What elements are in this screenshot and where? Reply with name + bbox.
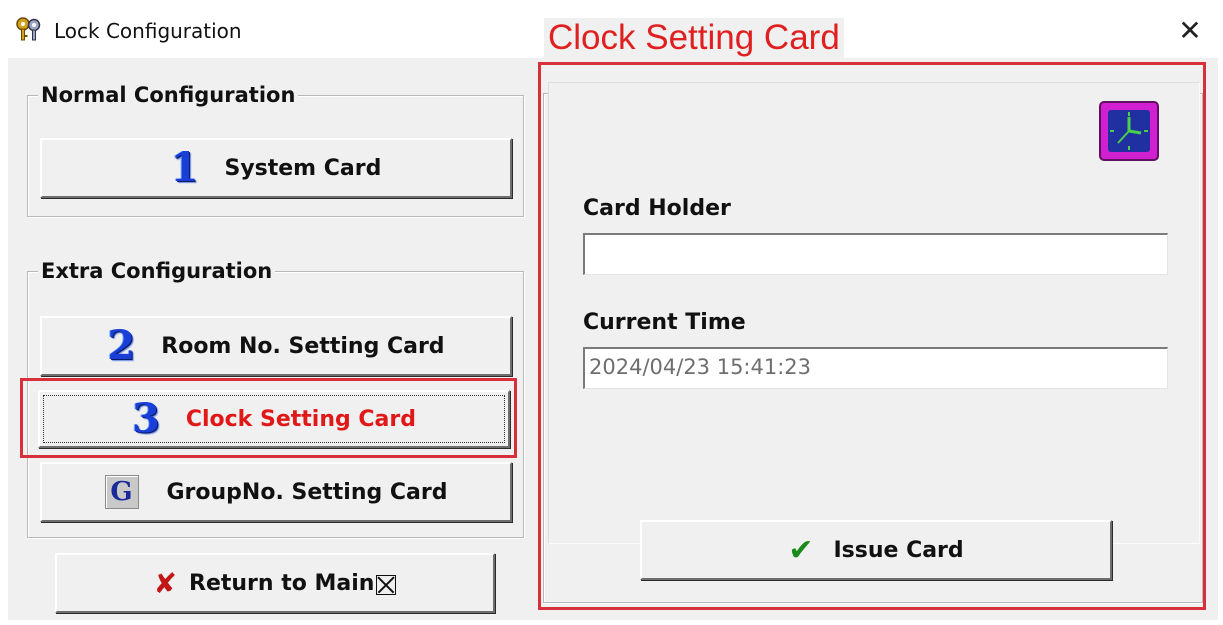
- number-two-icon: 2: [107, 322, 136, 369]
- normal-configuration-legend: Normal Configuration: [38, 83, 299, 107]
- group-g-icon: G: [104, 475, 139, 509]
- window-title: Lock Configuration: [54, 19, 242, 43]
- red-x-icon: ✘: [153, 566, 177, 600]
- room-no-setting-card-label: Room No. Setting Card: [161, 333, 445, 359]
- clock-setting-panel-title: Clock Setting Card: [544, 18, 844, 58]
- return-to-main-label: Return to Main: [189, 570, 375, 596]
- system-card-button[interactable]: 1 System Card: [40, 138, 512, 198]
- return-to-main-button[interactable]: ✘ Return to Main: [55, 553, 495, 613]
- room-no-setting-card-button[interactable]: 2 Room No. Setting Card: [40, 316, 512, 376]
- close-box-icon: [376, 575, 397, 595]
- number-one-icon: 1: [170, 144, 199, 191]
- system-card-label: System Card: [224, 155, 382, 181]
- close-button[interactable]: ✕: [1168, 12, 1212, 50]
- keys-icon: [16, 17, 41, 41]
- groupno-setting-card-button[interactable]: G GroupNo. Setting Card: [40, 462, 512, 522]
- clock-setting-panel-highlight: [538, 62, 1206, 610]
- extra-configuration-legend: Extra Configuration: [38, 259, 276, 283]
- clock-setting-card-highlight: [20, 378, 517, 458]
- groupno-setting-card-label: GroupNo. Setting Card: [166, 479, 448, 505]
